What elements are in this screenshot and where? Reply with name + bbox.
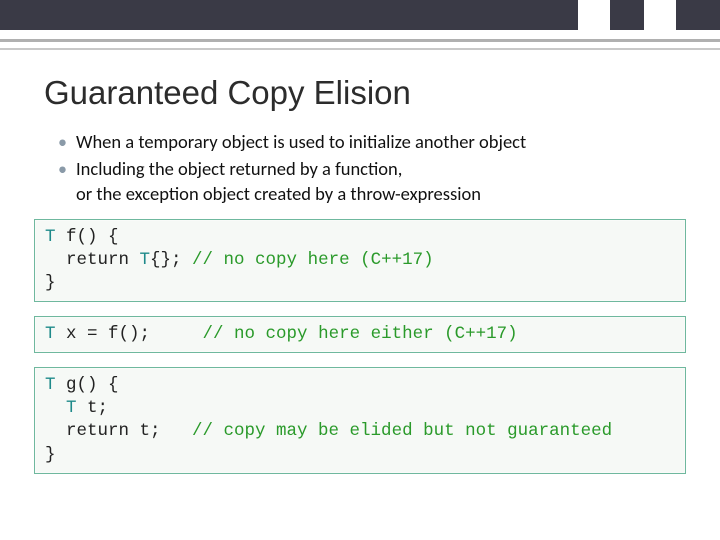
code-token-type: T bbox=[45, 324, 56, 344]
code-section: T f() { return T{}; // no copy here (C++… bbox=[34, 219, 686, 474]
code-block-3: T g() { T t; return t; // copy may be el… bbox=[34, 367, 686, 473]
header-tab-cutout bbox=[644, 0, 676, 30]
code-token-comment: // no copy here either (C++17) bbox=[203, 324, 518, 344]
code-token: g() { bbox=[56, 375, 119, 395]
code-token: {}; bbox=[150, 250, 192, 270]
code-block-2: T x = f(); // no copy here either (C++17… bbox=[34, 316, 686, 353]
slide-header-decor bbox=[0, 0, 720, 56]
header-dark-bar bbox=[0, 0, 720, 30]
code-token: return bbox=[45, 250, 140, 270]
code-token: return t; bbox=[45, 421, 192, 441]
code-token: f() { bbox=[56, 227, 119, 247]
code-token bbox=[45, 398, 66, 418]
bullet-item: When a temporary object is used to initi… bbox=[58, 130, 684, 155]
bullet-list: When a temporary object is used to initi… bbox=[58, 130, 684, 207]
header-underline bbox=[0, 30, 720, 42]
code-token-type: T bbox=[66, 398, 77, 418]
code-token: } bbox=[45, 273, 56, 293]
code-token-type: T bbox=[45, 375, 56, 395]
slide-title: Guaranteed Copy Elision bbox=[44, 74, 720, 112]
bullet-item: Including the object returned by a funct… bbox=[58, 157, 684, 207]
header-underline-thin bbox=[0, 48, 720, 50]
code-token: t; bbox=[77, 398, 109, 418]
code-block-1: T f() { return T{}; // no copy here (C++… bbox=[34, 219, 686, 302]
code-token: x = f(); bbox=[56, 324, 203, 344]
code-token: } bbox=[45, 445, 56, 465]
bullet-text: When a temporary object is used to initi… bbox=[76, 130, 526, 153]
bullet-continuation: or the exception object created by a thr… bbox=[76, 182, 684, 207]
code-token-type: T bbox=[45, 227, 56, 247]
code-token-type: T bbox=[140, 250, 151, 270]
header-tab-cutout bbox=[578, 0, 610, 30]
bullet-text: Including the object returned by a funct… bbox=[76, 157, 402, 180]
code-token-comment: // copy may be elided but not guaranteed bbox=[192, 421, 612, 441]
code-token-comment: // no copy here (C++17) bbox=[192, 250, 434, 270]
